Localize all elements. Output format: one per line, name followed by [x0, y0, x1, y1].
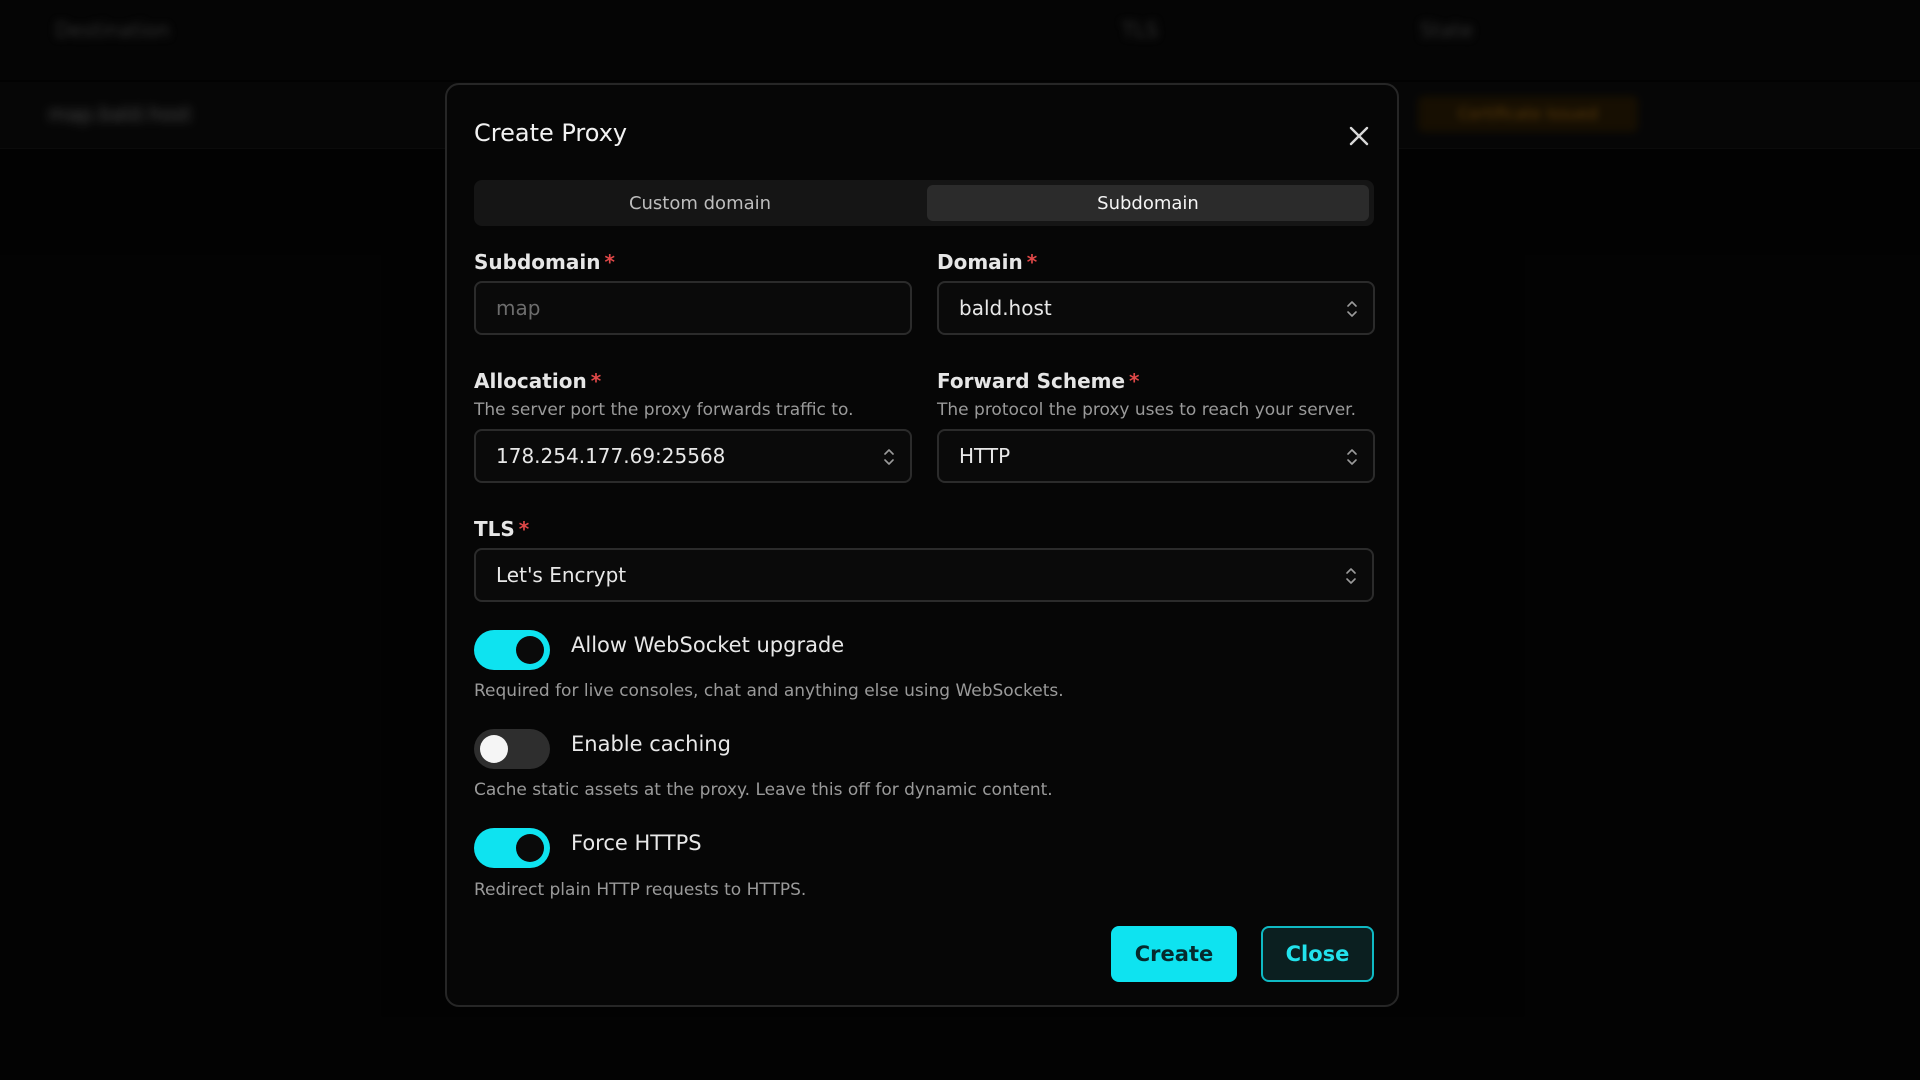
- toggle-knob: [480, 735, 508, 763]
- domain-select[interactable]: bald.host: [937, 281, 1375, 335]
- tab-custom-domain[interactable]: Custom domain: [479, 185, 921, 221]
- chevron-up-down-icon: [1346, 568, 1356, 584]
- chevron-up-down-icon: [884, 449, 894, 465]
- forward-scheme-help: The protocol the proxy uses to reach you…: [937, 400, 1357, 420]
- required-mark: *: [604, 250, 615, 274]
- allocation-select-value: 178.254.177.69:25568: [496, 444, 726, 468]
- subdomain-input[interactable]: [474, 281, 912, 335]
- websocket-toggle[interactable]: [474, 630, 550, 670]
- websocket-toggle-help: Required for live consoles, chat and any…: [474, 681, 1064, 701]
- proxy-type-tabs: Custom domain Subdomain: [474, 180, 1374, 226]
- force-https-toggle[interactable]: [474, 828, 550, 868]
- close-icon[interactable]: [1344, 121, 1374, 151]
- domain-label: Domain *: [937, 250, 1037, 274]
- domain-select-value: bald.host: [959, 296, 1052, 320]
- forward-scheme-select-value: HTTP: [959, 444, 1011, 468]
- subdomain-label-text: Subdomain: [474, 250, 601, 274]
- caching-toggle-label: Enable caching: [571, 732, 731, 756]
- caching-toggle[interactable]: [474, 729, 550, 769]
- allocation-label: Allocation *: [474, 369, 601, 393]
- toggle-knob: [516, 636, 544, 664]
- toggle-knob: [516, 834, 544, 862]
- chevron-up-down-icon: [1347, 449, 1357, 465]
- required-mark: *: [1129, 369, 1140, 393]
- allocation-label-text: Allocation: [474, 369, 587, 393]
- chevron-up-down-icon: [1347, 301, 1357, 317]
- tls-label-text: TLS: [474, 517, 515, 541]
- force-https-toggle-help: Redirect plain HTTP requests to HTTPS.: [474, 880, 807, 900]
- required-mark: *: [1026, 250, 1038, 274]
- create-proxy-dialog: Create Proxy Custom domain Subdomain Sub…: [445, 83, 1399, 1007]
- tls-label: TLS *: [474, 517, 529, 541]
- close-button[interactable]: Close: [1261, 926, 1374, 982]
- allocation-help: The server port the proxy forwards traff…: [474, 400, 854, 420]
- domain-label-text: Domain: [937, 250, 1023, 274]
- tls-select[interactable]: Let's Encrypt: [474, 548, 1374, 602]
- force-https-toggle-label: Force HTTPS: [571, 831, 702, 855]
- tls-select-value: Let's Encrypt: [496, 563, 627, 587]
- allocation-select[interactable]: 178.254.177.69:25568: [474, 429, 912, 483]
- subdomain-label: Subdomain *: [474, 250, 615, 274]
- caching-toggle-help: Cache static assets at the proxy. Leave …: [474, 780, 1053, 800]
- tab-subdomain[interactable]: Subdomain: [927, 185, 1369, 221]
- required-mark: *: [590, 369, 602, 393]
- forward-scheme-select[interactable]: HTTP: [937, 429, 1375, 483]
- websocket-toggle-label: Allow WebSocket upgrade: [571, 633, 845, 657]
- forward-scheme-label-text: Forward Scheme: [937, 369, 1126, 393]
- forward-scheme-label: Forward Scheme *: [937, 369, 1140, 393]
- dialog-title: Create Proxy: [474, 119, 628, 147]
- create-button[interactable]: Create: [1111, 926, 1237, 982]
- required-mark: *: [518, 517, 530, 541]
